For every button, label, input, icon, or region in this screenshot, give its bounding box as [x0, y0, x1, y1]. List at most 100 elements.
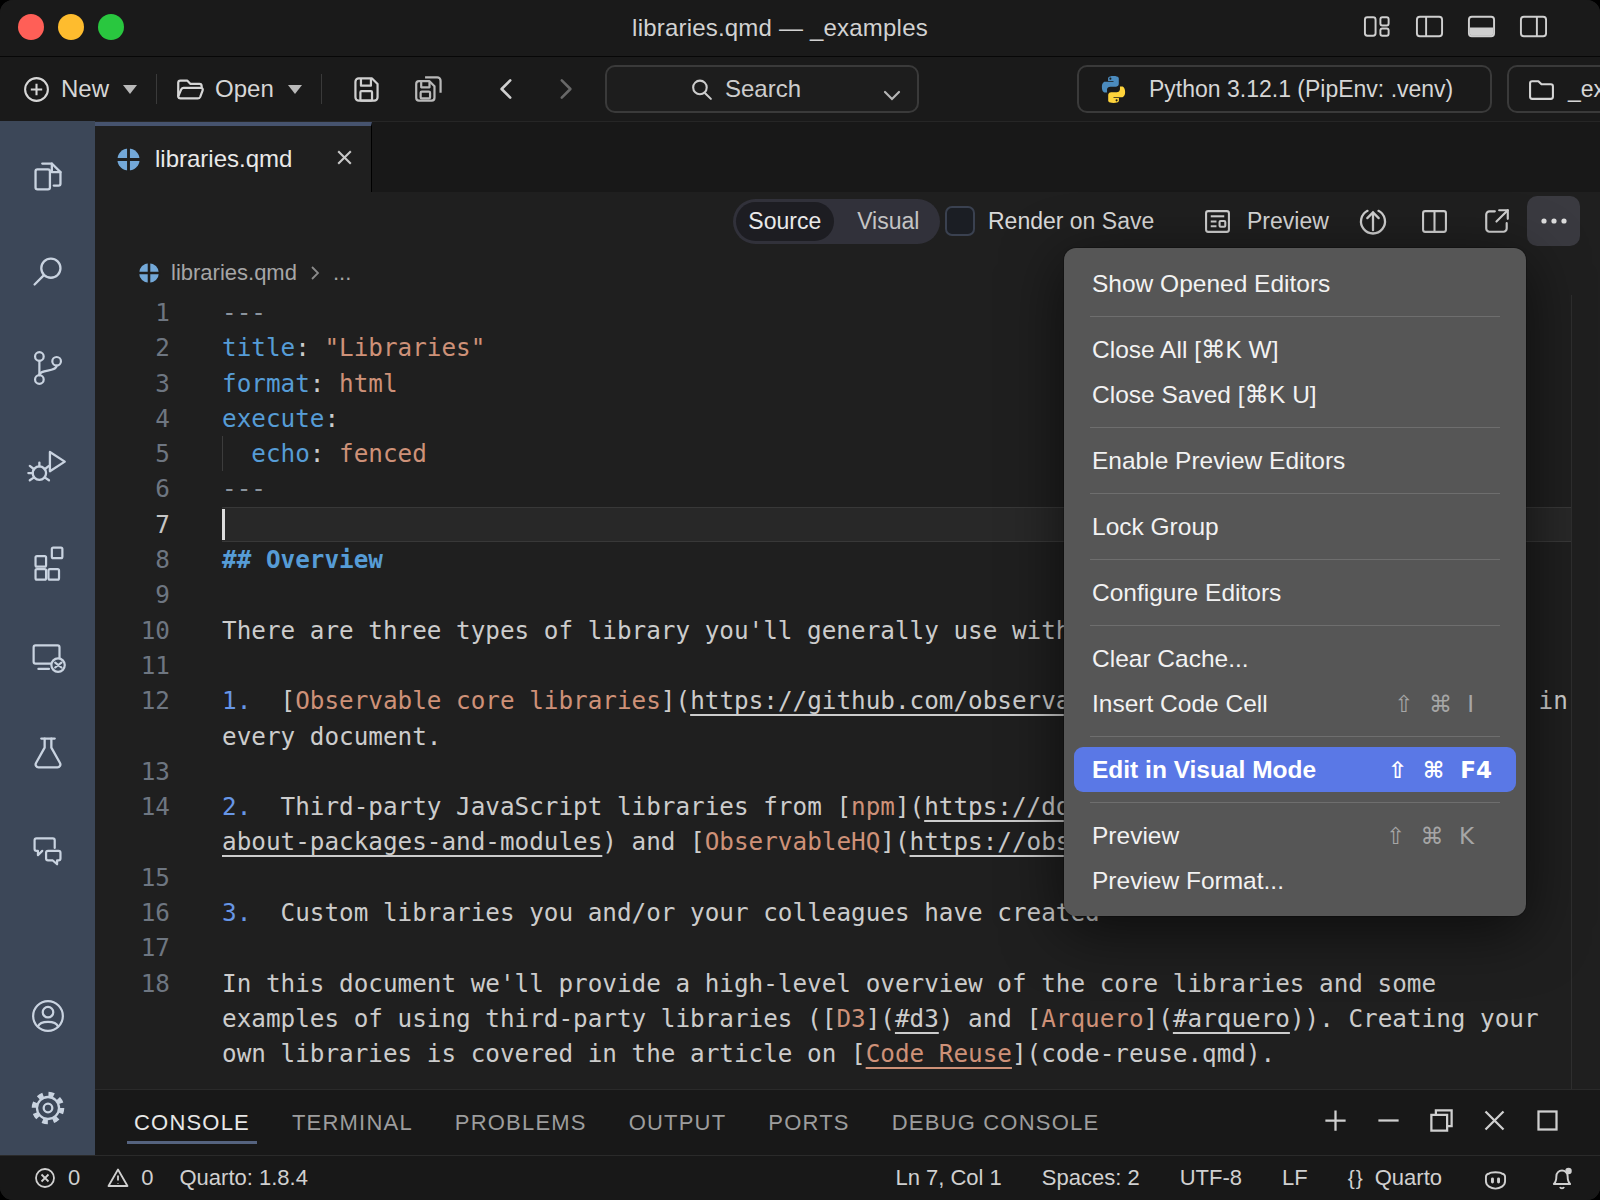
line-content[interactable]: echo: fenced	[170, 436, 427, 471]
line-content[interactable]: own libraries is covered in the article …	[170, 1036, 1275, 1071]
menu-item-edit-in-visual-mode[interactable]: Edit in Visual Mode⇧ ⌘ F4	[1074, 747, 1516, 792]
source-mode-button[interactable]: Source	[736, 202, 834, 241]
code-line-wrap[interactable]: examples of using third-party libraries …	[95, 1001, 1600, 1036]
debug-icon[interactable]	[0, 416, 95, 512]
status-braces-quarto[interactable]: {}Quarto	[1348, 1165, 1442, 1191]
menu-item-configure-editors[interactable]: Configure Editors	[1064, 570, 1526, 615]
menu-item-close-saved-k-u[interactable]: Close Saved [⌘K U]	[1064, 372, 1526, 417]
menu-item-preview-format[interactable]: Preview Format...	[1064, 858, 1526, 903]
tab-libraries-qmd[interactable]: libraries.qmd	[95, 122, 372, 192]
new-plus-icon	[22, 75, 51, 104]
line-content[interactable]: In this document we'll provide a high-le…	[170, 966, 1436, 1001]
interpreter-selector[interactable]: Python 3.12.1 (PipEnv: .venv)	[1077, 65, 1492, 113]
search-scope-chevron-icon[interactable]	[881, 82, 903, 110]
menu-item-enable-preview-editors[interactable]: Enable Preview Editors	[1064, 438, 1526, 483]
status-copilot[interactable]	[1482, 1165, 1509, 1192]
panel-close-icon[interactable]	[1481, 1107, 1508, 1138]
status-spaces-2[interactable]: Spaces: 2	[1042, 1165, 1140, 1191]
new-button[interactable]: New	[22, 75, 137, 104]
toggle-primary-sidebar-icon[interactable]	[1415, 14, 1444, 43]
status-ln-7-col-1[interactable]: Ln 7, Col 1	[895, 1165, 1001, 1191]
line-content[interactable]: examples of using third-party libraries …	[170, 1001, 1539, 1036]
visual-mode-button[interactable]: Visual	[840, 202, 938, 241]
preview-button[interactable]: Preview	[1247, 192, 1329, 250]
line-content[interactable]: every document.	[170, 719, 441, 754]
line-content[interactable]	[170, 648, 222, 683]
toggle-panel-icon[interactable]	[1467, 14, 1496, 43]
remote-icon[interactable]	[0, 608, 95, 704]
menu-item-lock-group[interactable]: Lock Group	[1064, 504, 1526, 549]
settings-icon[interactable]	[0, 1062, 95, 1154]
line-content[interactable]	[170, 507, 222, 542]
toggle-secondary-sidebar-icon[interactable]	[1519, 14, 1548, 43]
render-on-save-label: Render on Save	[988, 192, 1154, 250]
search-input[interactable]: Search	[605, 65, 919, 113]
line-content[interactable]	[170, 930, 222, 965]
status-utf-8[interactable]: UTF-8	[1180, 1165, 1242, 1191]
code-line-18[interactable]: 18In this document we'll provide a high-…	[95, 966, 1600, 1001]
more-actions-button[interactable]	[1527, 196, 1580, 246]
panel-tab-terminal[interactable]: TERMINAL	[271, 1090, 434, 1155]
save-button[interactable]	[351, 74, 382, 105]
forward-button[interactable]	[551, 75, 579, 103]
search-icon[interactable]	[0, 224, 95, 320]
panel-minus-icon[interactable]	[1375, 1107, 1402, 1138]
back-button[interactable]	[493, 75, 521, 103]
account-icon[interactable]	[0, 970, 95, 1062]
explorer-icon[interactable]	[0, 128, 95, 224]
publish-icon[interactable]	[1357, 192, 1389, 250]
menu-separator	[1090, 736, 1500, 737]
menu-item-clear-cache[interactable]: Clear Cache...	[1064, 636, 1526, 681]
line-content[interactable]: format: html	[170, 366, 398, 401]
line-number: 4	[95, 401, 170, 436]
code-line-17[interactable]: 17	[95, 930, 1600, 965]
panel-restore-icon[interactable]	[1428, 1107, 1455, 1138]
minimize-window-button[interactable]	[58, 14, 84, 40]
bell-icon	[1549, 1165, 1575, 1191]
split-editor-icon[interactable]	[1420, 192, 1449, 250]
status-bell[interactable]	[1549, 1165, 1575, 1191]
close-window-button[interactable]	[18, 14, 44, 40]
menu-item-preview[interactable]: Preview⇧ ⌘ K	[1064, 813, 1526, 858]
line-content[interactable]: title: "Libraries"	[170, 330, 485, 365]
customize-layout-icon[interactable]	[1363, 14, 1392, 43]
comments-icon[interactable]	[0, 800, 95, 896]
code-token: html	[339, 369, 398, 398]
menu-item-insert-code-cell[interactable]: Insert Code Cell⇧ ⌘ I	[1064, 681, 1526, 726]
panel-plus-icon[interactable]	[1322, 1107, 1349, 1138]
status-quarto-1-8-4[interactable]: Quarto: 1.8.4	[180, 1165, 308, 1191]
line-content[interactable]	[170, 754, 222, 789]
panel-maximize-icon[interactable]	[1534, 1107, 1561, 1138]
open-button[interactable]: Open	[176, 75, 302, 103]
workspace-selector[interactable]: _examples	[1507, 65, 1600, 113]
menu-item-show-opened-editors[interactable]: Show Opened Editors	[1064, 261, 1526, 306]
open-external-icon[interactable]	[1483, 192, 1511, 250]
extensions-icon[interactable]	[0, 512, 95, 608]
panel-tab-problems[interactable]: PROBLEMS	[434, 1090, 608, 1155]
menu-item-close-all-k-w[interactable]: Close All [⌘K W]	[1064, 327, 1526, 372]
testing-icon[interactable]	[0, 704, 95, 800]
line-content[interactable]: execute:	[170, 401, 339, 436]
status-lf[interactable]: LF	[1282, 1165, 1308, 1191]
status-warning-0[interactable]: 0	[106, 1165, 153, 1191]
line-content[interactable]: ---	[170, 295, 266, 330]
close-tab-icon[interactable]	[334, 147, 355, 172]
save-all-button[interactable]	[414, 74, 445, 105]
menu-item-label: Preview Format...	[1092, 867, 1474, 895]
status-error-0[interactable]: 0	[33, 1165, 80, 1191]
panel-tab-console[interactable]: CONSOLE	[113, 1090, 271, 1155]
line-content[interactable]: 3. Custom libraries you and/or your coll…	[170, 895, 1100, 930]
panel-tab-ports[interactable]: PORTS	[747, 1090, 870, 1155]
menu-item-label: Show Opened Editors	[1092, 270, 1474, 298]
line-content[interactable]	[170, 860, 222, 895]
line-content[interactable]: ## Overview	[170, 542, 383, 577]
panel-tab-debug-console[interactable]: DEBUG CONSOLE	[871, 1090, 1121, 1155]
status-label: 0	[68, 1165, 80, 1191]
code-line-wrap[interactable]: own libraries is covered in the article …	[95, 1036, 1600, 1071]
line-content[interactable]	[170, 577, 222, 612]
zoom-window-button[interactable]	[98, 14, 124, 40]
line-content[interactable]: ---	[170, 471, 266, 506]
render-on-save-checkbox[interactable]	[945, 206, 975, 236]
source-control-icon[interactable]	[0, 320, 95, 416]
panel-tab-output[interactable]: OUTPUT	[608, 1090, 748, 1155]
